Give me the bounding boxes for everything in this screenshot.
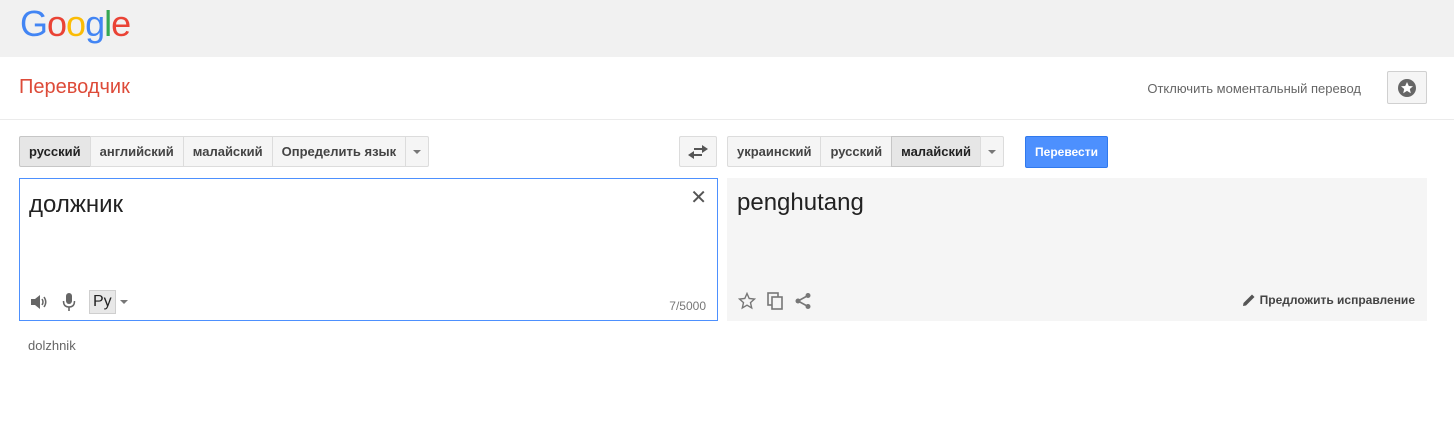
logo-letter: G — [20, 3, 48, 44]
source-text[interactable]: должник — [29, 191, 123, 219]
source-lang-russian[interactable]: русский — [19, 136, 91, 167]
copy-button[interactable] — [765, 291, 785, 311]
star-icon — [738, 292, 756, 310]
source-lang-malay[interactable]: малайский — [182, 136, 273, 167]
character-count: 7/5000 — [669, 299, 706, 313]
logo-letter: e — [111, 3, 131, 44]
microphone-icon — [62, 293, 76, 311]
translation-text[interactable]: penghutang — [737, 189, 864, 217]
source-lang-english[interactable]: английский — [89, 136, 184, 167]
source-lang-dropdown[interactable] — [405, 136, 430, 167]
voice-input-button[interactable] — [59, 292, 79, 312]
target-lang-ukrainian[interactable]: украинский — [727, 136, 822, 167]
target-lang-malay[interactable]: малайский — [891, 136, 981, 167]
swap-languages-button[interactable] — [679, 136, 717, 167]
logo-letter: o — [47, 3, 67, 44]
chevron-down-icon[interactable] — [119, 300, 128, 304]
instant-translation-toggle[interactable]: Отключить моментальный перевод — [1147, 81, 1361, 96]
source-text-area[interactable]: должник ✕ Ру 7/5000 — [19, 178, 718, 321]
speaker-icon — [31, 295, 47, 309]
swap-arrows-icon — [688, 144, 708, 159]
source-tools: Ру — [29, 289, 128, 315]
suggest-edit-link[interactable]: Предложить исправление — [1241, 292, 1415, 308]
target-language-bar: украинский русский малайский — [727, 136, 1004, 167]
google-logo[interactable]: Google — [20, 3, 131, 45]
chevron-down-icon — [413, 149, 422, 154]
source-language-bar: русский английский малайский Определить … — [19, 136, 430, 167]
translate-button[interactable]: Перевести — [1025, 136, 1108, 168]
input-tools-button[interactable]: Ру — [89, 290, 116, 314]
chevron-down-icon — [988, 149, 996, 154]
suggest-edit-label: Предложить исправление — [1259, 293, 1415, 307]
translation-result-area: penghutang Предложить исправление — [727, 178, 1427, 321]
logo-letter: l — [104, 3, 112, 44]
target-lang-dropdown[interactable] — [980, 136, 1004, 167]
share-button[interactable] — [793, 291, 813, 311]
saved-phrases-button[interactable] — [1387, 71, 1427, 104]
save-phrase-button[interactable] — [737, 291, 757, 311]
target-lang-russian[interactable]: русский — [820, 136, 893, 167]
source-lang-detect[interactable]: Определить язык — [271, 136, 407, 167]
close-icon: ✕ — [690, 187, 707, 209]
transliteration: dolzhnik — [28, 338, 76, 353]
top-bar: Google — [0, 0, 1454, 57]
logo-letter: g — [85, 3, 105, 44]
copy-icon — [767, 292, 783, 310]
page-title[interactable]: Переводчик — [19, 76, 130, 99]
star-icon — [1398, 78, 1416, 97]
ime-label: Ру — [93, 293, 112, 310]
target-tools — [737, 291, 821, 311]
clear-button[interactable]: ✕ — [690, 185, 707, 210]
listen-button[interactable] — [29, 292, 49, 312]
logo-letter: o — [66, 3, 86, 44]
pencil-icon — [1241, 292, 1257, 308]
sub-header: Переводчик Отключить моментальный перево… — [0, 57, 1454, 120]
share-icon — [795, 293, 811, 309]
